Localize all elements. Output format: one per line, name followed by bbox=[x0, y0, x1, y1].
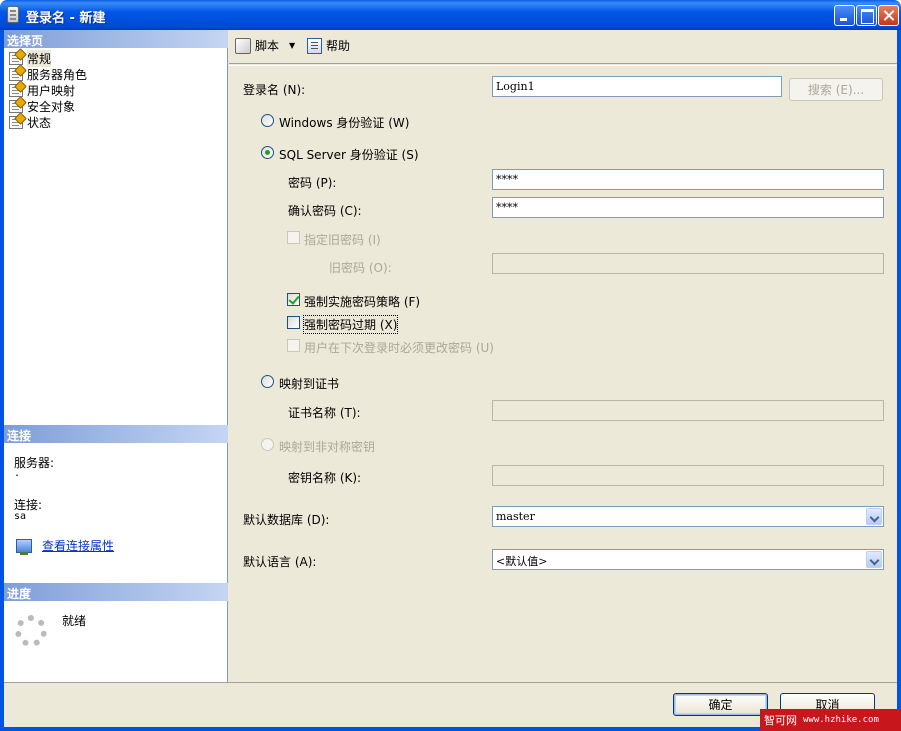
cert-name-label: 证书名称 (T): bbox=[288, 406, 361, 420]
page-item-user-mapping[interactable]: 用户映射 bbox=[9, 82, 75, 98]
enforce-policy-label[interactable]: 强制实施密码策略 (F) bbox=[304, 293, 420, 310]
maximize-button[interactable] bbox=[856, 5, 877, 26]
left-pane: 选择页 常规 服务器角色 用户映射 安全对象 状态 连接 服务器: . 连接: … bbox=[4, 30, 228, 682]
page-icon bbox=[9, 83, 23, 97]
progress-spinner-icon bbox=[15, 615, 47, 647]
page-icon bbox=[9, 115, 23, 129]
sql-auth-radio[interactable] bbox=[261, 146, 274, 159]
login-name-label: 登录名 (N): bbox=[243, 83, 306, 97]
page-label: 安全对象 bbox=[27, 99, 76, 114]
window-title: 登录名 - 新建 bbox=[26, 11, 106, 26]
ok-button[interactable]: 确定 bbox=[673, 693, 768, 716]
default-lang-label: 默认语言 (A): bbox=[243, 555, 317, 569]
help-icon bbox=[307, 37, 322, 54]
confirm-password-label: 确认密码 (C): bbox=[288, 204, 362, 218]
progress-header: 进度 bbox=[4, 583, 228, 601]
must-change-label: 用户在下次登录时必须更改密码 (U) bbox=[304, 341, 494, 355]
select-page-header: 选择页 bbox=[4, 30, 228, 48]
toolbar-separator bbox=[229, 65, 897, 66]
page-label: 常规 bbox=[27, 49, 52, 67]
confirm-password-input[interactable]: **** bbox=[492, 197, 884, 218]
title-bar[interactable]: 登录名 - 新建 bbox=[0, 0, 901, 30]
connection-properties-icon bbox=[16, 539, 32, 555]
old-password-label: 旧密码 (O): bbox=[329, 261, 392, 275]
document-icon bbox=[7, 6, 19, 23]
page-label: 用户映射 bbox=[27, 83, 76, 98]
watermark-site-url: www.hzhike.com bbox=[803, 715, 879, 725]
windows-auth-label[interactable]: Windows 身份验证 (W) bbox=[279, 114, 409, 131]
cert-name-select[interactable] bbox=[492, 400, 884, 421]
map-cert-label[interactable]: 映射到证书 bbox=[279, 375, 339, 392]
help-button[interactable]: 帮助 bbox=[307, 37, 350, 54]
page-item-securables[interactable]: 安全对象 bbox=[9, 98, 75, 114]
dialog-window: 登录名 - 新建 选择页 常规 服务器角色 用户映射 安全对象 状态 连接 服务… bbox=[0, 0, 901, 731]
default-db-label: 默认数据库 (D): bbox=[243, 513, 330, 527]
default-lang-select[interactable]: <默认值> bbox=[492, 549, 884, 570]
connection-value: sa bbox=[14, 511, 27, 522]
specify-old-password-label: 指定旧密码 (I) bbox=[304, 233, 381, 247]
close-button[interactable] bbox=[878, 5, 899, 26]
windows-auth-radio[interactable] bbox=[261, 114, 274, 127]
page-icon bbox=[9, 51, 23, 65]
chevron-down-icon[interactable]: ▼ bbox=[289, 41, 295, 50]
progress-status: 就绪 bbox=[62, 614, 87, 628]
chevron-down-icon[interactable] bbox=[866, 551, 882, 568]
enforce-expiration-checkbox[interactable] bbox=[287, 316, 300, 329]
toolbar: 脚本 ▼ 帮助 bbox=[229, 30, 897, 64]
page-item-status[interactable]: 状态 bbox=[9, 114, 51, 130]
view-connection-properties-link[interactable]: 查看连接属性 bbox=[42, 537, 114, 554]
connection-header: 连接 bbox=[4, 425, 228, 443]
search-button[interactable]: 搜索 (E)... bbox=[789, 78, 883, 101]
page-label: 状态 bbox=[27, 115, 52, 130]
page-icon bbox=[9, 99, 23, 113]
script-button[interactable]: 脚本 ▼ bbox=[235, 37, 295, 54]
key-name-select[interactable] bbox=[492, 465, 884, 486]
script-icon bbox=[235, 37, 251, 54]
password-input[interactable]: **** bbox=[492, 169, 884, 190]
login-name-input[interactable]: Login1 bbox=[492, 76, 782, 97]
chevron-down-icon[interactable] bbox=[866, 508, 882, 525]
map-asym-key-radio[interactable] bbox=[261, 438, 274, 451]
page-item-general[interactable]: 常规 bbox=[9, 49, 52, 67]
default-db-value: master bbox=[496, 510, 535, 523]
password-label: 密码 (P): bbox=[288, 176, 337, 190]
server-value: . bbox=[14, 468, 21, 479]
enforce-expiration-label[interactable]: 强制密码过期 (X) bbox=[302, 315, 399, 334]
specify-old-password-checkbox[interactable] bbox=[287, 231, 300, 244]
must-change-checkbox[interactable] bbox=[287, 339, 300, 352]
help-label: 帮助 bbox=[326, 39, 351, 53]
page-icon bbox=[9, 67, 23, 81]
old-password-input[interactable] bbox=[492, 253, 884, 274]
sql-auth-label[interactable]: SQL Server 身份验证 (S) bbox=[279, 146, 419, 163]
page-label: 服务器角色 bbox=[27, 67, 88, 82]
watermark-site-name: 智可网 bbox=[764, 714, 797, 727]
default-lang-value: <默认值> bbox=[496, 555, 548, 568]
default-db-select[interactable]: master bbox=[492, 506, 884, 527]
enforce-policy-checkbox[interactable] bbox=[287, 293, 300, 306]
map-cert-radio[interactable] bbox=[261, 375, 274, 388]
map-asym-key-label: 映射到非对称密钥 bbox=[279, 440, 376, 454]
script-label: 脚本 bbox=[255, 39, 280, 53]
watermark-banner: 智可网 www.hzhike.com bbox=[760, 709, 901, 731]
minimize-button[interactable] bbox=[834, 5, 855, 26]
key-name-label: 密钥名称 (K): bbox=[288, 471, 362, 485]
dialog-client: 选择页 常规 服务器角色 用户映射 安全对象 状态 连接 服务器: . 连接: … bbox=[4, 30, 897, 727]
